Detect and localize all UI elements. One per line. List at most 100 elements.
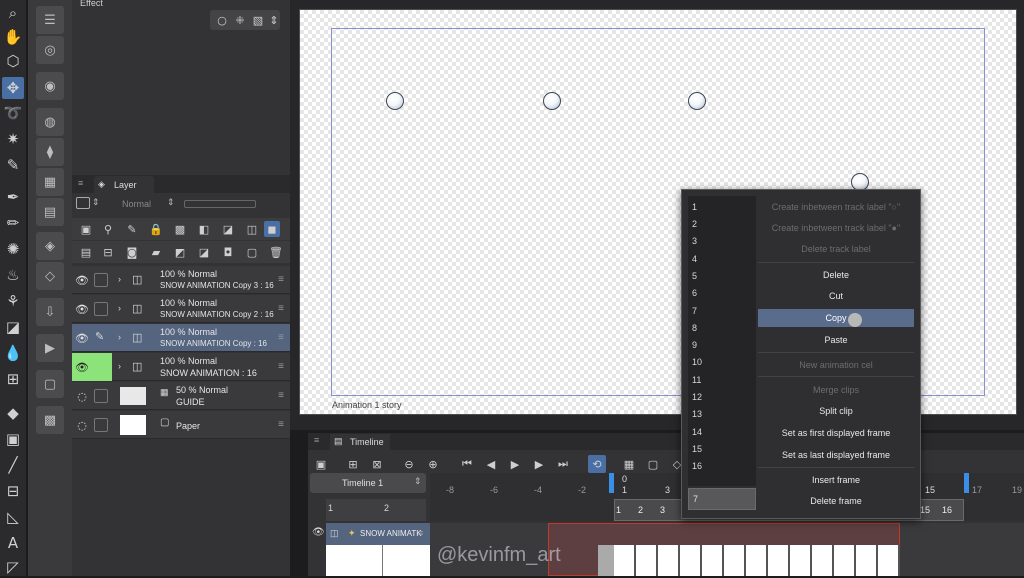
layer-icon[interactable]: ◈ xyxy=(36,232,64,260)
frame-number[interactable]: 15 xyxy=(692,444,702,454)
new-raster-icon[interactable]: ▤ xyxy=(78,244,94,260)
navigator-icon[interactable]: ◉ xyxy=(36,72,64,100)
end-marker[interactable] xyxy=(964,473,969,493)
eye-icon[interactable]: 👁 xyxy=(72,353,92,381)
airbrush-tool-icon[interactable]: ♨ xyxy=(2,264,24,286)
frame-number-input[interactable]: 7 xyxy=(688,488,756,510)
new-cel-icon[interactable]: ▦ xyxy=(620,455,638,473)
frame-cell[interactable]: 16 xyxy=(942,505,952,515)
layer-property-icon[interactable]: ◎ xyxy=(36,36,64,64)
pen-tool-icon[interactable]: ✒ xyxy=(2,186,24,208)
next-frame-icon[interactable]: ▶ xyxy=(530,455,548,473)
layers-icon[interactable]: ▧ xyxy=(250,12,266,28)
frame-number[interactable]: 13 xyxy=(692,409,702,419)
dots-icon[interactable]: ⁜ xyxy=(232,12,248,28)
spinner-icon[interactable]: ⇕ xyxy=(266,12,282,28)
effect-toggle-group[interactable]: ○ ⁜ ▧ ⇕ xyxy=(210,10,280,30)
draft-icon[interactable]: ✎ xyxy=(124,221,140,237)
frame-number[interactable]: 8 xyxy=(692,323,697,333)
menu-item-set-first-frame[interactable]: Set as first displayed frame xyxy=(758,424,914,442)
fill-tool-icon[interactable]: ◆ xyxy=(2,402,24,424)
trash-icon[interactable]: 🗑 xyxy=(268,244,284,260)
layer-row[interactable]: 👁 › ◫ 100 % Normal SNOW ANIMATION Copy 2… xyxy=(72,295,290,323)
assign-cel-icon[interactable]: ▢ xyxy=(644,455,662,473)
layer-checkbox-active[interactable] xyxy=(92,353,112,381)
layer-row[interactable]: 👁 › ◫ 100 % Normal SNOW ANIMATION : 16 ≡ xyxy=(72,353,290,381)
figure-tool-icon[interactable]: ╱ xyxy=(2,454,24,476)
balloon-tool-icon[interactable]: ◸ xyxy=(2,556,24,578)
eraser-tool-icon[interactable]: ◪ xyxy=(2,316,24,338)
layer-checkbox[interactable] xyxy=(94,389,108,403)
layer-menu-icon[interactable]: ≡ xyxy=(278,390,284,401)
frame-number[interactable]: 5 xyxy=(692,271,697,281)
reference-icon[interactable]: ⚲ xyxy=(100,221,116,237)
blend-mode-swatch[interactable] xyxy=(76,197,90,209)
menu-item-set-last-frame[interactable]: Set as last displayed frame xyxy=(758,446,914,464)
expand-chevron-icon[interactable]: › xyxy=(118,361,121,371)
play-icon[interactable]: ▶ xyxy=(506,455,524,473)
layer-menu-icon[interactable]: ≡ xyxy=(278,274,284,285)
track-cells-left[interactable] xyxy=(326,545,430,576)
brush-tool-icon[interactable]: ✺ xyxy=(2,238,24,260)
gradient-tool-icon[interactable]: ▣ xyxy=(2,428,24,450)
frame-icon[interactable]: ◫ xyxy=(244,221,260,237)
spinner-icon[interactable]: ⇕ xyxy=(167,197,175,208)
frame-cell[interactable]: 3 xyxy=(660,505,665,515)
opacity-slider[interactable] xyxy=(184,200,256,208)
new-timeline-icon[interactable]: ▣ xyxy=(312,455,330,473)
mask-add-icon[interactable]: ◘ xyxy=(220,244,236,260)
frame-cell[interactable]: 1 xyxy=(616,505,621,515)
layer-menu-icon[interactable]: ≡ xyxy=(278,419,284,430)
layer-checkbox[interactable] xyxy=(94,418,108,432)
tab-timeline[interactable]: ▤ Timeline xyxy=(330,434,390,450)
hand-tool-icon[interactable]: ✋ xyxy=(2,26,24,48)
frame-rate-icon[interactable]: ⊠ xyxy=(368,455,386,473)
layer-row[interactable]: 👁 › ◫ 100 % Normal SNOW ANIMATION Copy 3… xyxy=(72,266,290,294)
menu-item-cut[interactable]: Cut xyxy=(758,287,914,305)
layer-search-icon[interactable]: ◇ xyxy=(36,262,64,290)
layer-menu-icon[interactable]: ≡ xyxy=(278,361,284,372)
ruler-tool-icon[interactable]: ◺ xyxy=(2,506,24,528)
start-marker[interactable] xyxy=(609,473,614,493)
menu-item-create-inbetween-open[interactable]: Create inbetween track label "○" xyxy=(758,198,914,216)
sliders-icon[interactable]: ☰ xyxy=(36,6,64,34)
first-frame-icon[interactable]: ⏮ xyxy=(458,455,476,473)
pencil-edit-icon[interactable]: ✎ xyxy=(95,330,104,343)
eye-icon[interactable]: ◌ xyxy=(72,411,92,439)
subview-icon[interactable]: ◍ xyxy=(36,108,64,136)
panel-menu-icon[interactable]: ≡ xyxy=(314,435,319,445)
frame-tool-icon[interactable]: ⊟ xyxy=(2,480,24,502)
pencil-tool-icon[interactable]: ✏ xyxy=(2,212,24,234)
menu-item-insert-frame[interactable]: Insert frame xyxy=(758,471,914,489)
frame-number[interactable]: 9 xyxy=(692,340,697,350)
lock-alpha-icon[interactable]: ▩ xyxy=(172,221,188,237)
expand-chevron-icon[interactable]: › xyxy=(118,274,121,284)
zoom-in-icon[interactable]: ⊕ xyxy=(424,455,442,473)
menu-item-create-inbetween-filled[interactable]: Create inbetween track label "●" xyxy=(758,219,914,237)
color-set-icon[interactable]: ▦ xyxy=(36,168,64,196)
frame-number[interactable]: 12 xyxy=(692,392,702,402)
menu-item-copy[interactable]: Copy xyxy=(758,309,914,327)
move-tool-icon[interactable]: ✥ xyxy=(2,77,24,99)
grid-tool-icon[interactable]: ⊞ xyxy=(2,368,24,390)
new-vector-icon[interactable]: ⊟ xyxy=(100,244,116,260)
quick-access-icon[interactable]: ▩ xyxy=(36,406,64,434)
frame-number[interactable]: 6 xyxy=(692,288,697,298)
frame-cell[interactable]: 15 xyxy=(920,505,930,515)
decoration-tool-icon[interactable]: ⚘ xyxy=(2,290,24,312)
layer-row[interactable]: ◌ ▢ Paper ≡ xyxy=(72,411,290,439)
blend-tool-icon[interactable]: 💧 xyxy=(2,342,24,364)
material-icon[interactable]: ⇩ xyxy=(36,298,64,326)
menu-item-delete-frame[interactable]: Delete frame xyxy=(758,492,914,510)
circle-icon[interactable]: ○ xyxy=(214,12,230,28)
eye-icon[interactable]: 👁 xyxy=(72,295,92,323)
frame-number[interactable]: 2 xyxy=(692,219,697,229)
eye-icon[interactable]: 👁 xyxy=(72,324,92,352)
menu-item-paste[interactable]: Paste xyxy=(758,331,914,349)
expand-chevron-icon[interactable]: › xyxy=(118,303,121,313)
menu-item-new-animation-cel[interactable]: New animation cel xyxy=(758,356,914,374)
layer-checkbox[interactable] xyxy=(94,273,108,287)
spinner-icon[interactable]: ⇕ xyxy=(92,197,100,208)
object-tool-icon[interactable]: ⬡ xyxy=(2,50,24,72)
eye-icon[interactable]: 👁 xyxy=(72,266,92,294)
